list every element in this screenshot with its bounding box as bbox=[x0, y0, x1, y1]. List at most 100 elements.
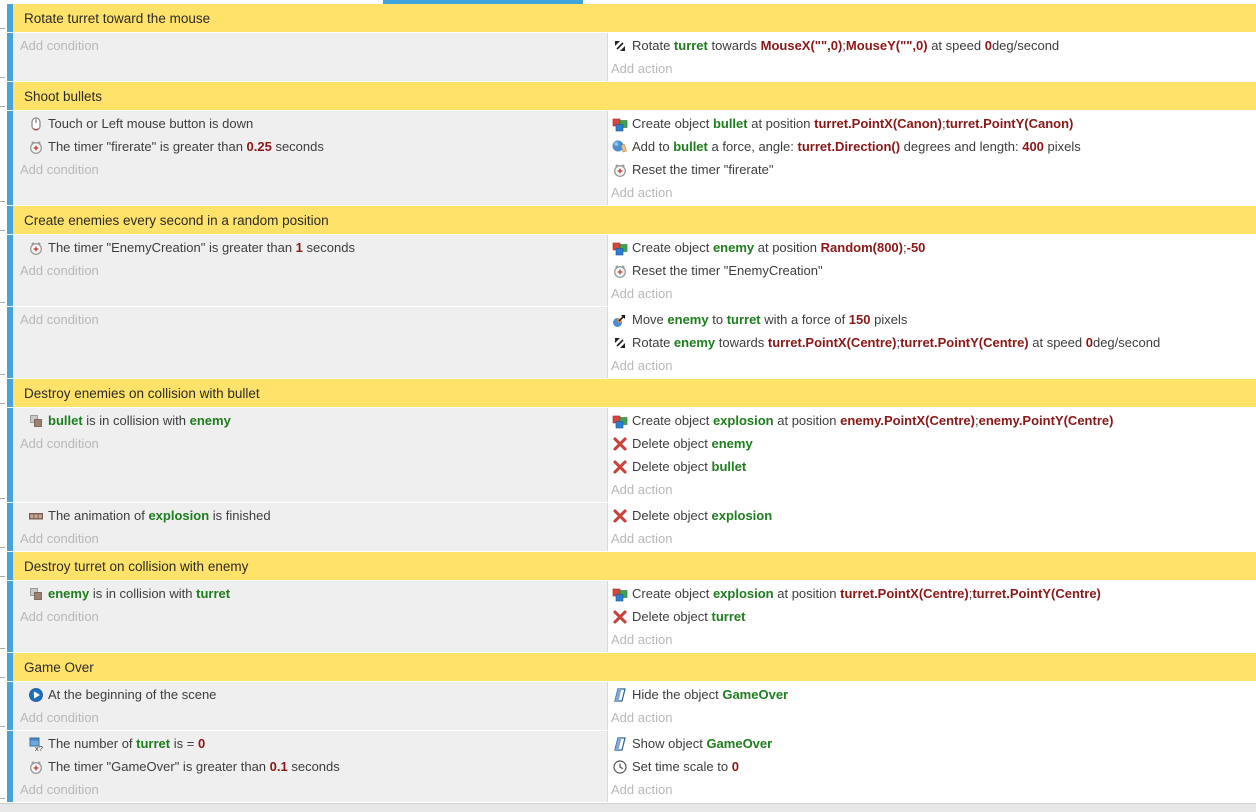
text-segment: Reset the timer "firerate" bbox=[632, 162, 773, 177]
text-segment: Show object bbox=[632, 736, 706, 751]
action[interactable]: Hide the object GameOver bbox=[608, 683, 1256, 706]
action[interactable]: Set time scale to 0 bbox=[608, 755, 1256, 778]
conditions-cell: Touch or Left mouse button is downThe ti… bbox=[13, 111, 608, 205]
text-segment: is = bbox=[170, 736, 198, 751]
text-segment: with a force of bbox=[761, 312, 849, 327]
add-action-button[interactable]: Add action bbox=[608, 628, 1256, 651]
condition[interactable]: The timer "firerate" is greater than 0.2… bbox=[13, 135, 607, 158]
object-name: turret bbox=[727, 312, 761, 327]
action[interactable]: Move enemy to turret with a force of 150… bbox=[608, 308, 1256, 331]
force-icon bbox=[612, 139, 628, 155]
condition[interactable]: bullet is in collision with enemy bbox=[13, 409, 607, 432]
action[interactable]: Delete object bullet bbox=[608, 455, 1256, 478]
add-action-button[interactable]: Add action bbox=[608, 527, 1256, 550]
collision-icon bbox=[28, 413, 44, 429]
add-action-button[interactable]: Add action bbox=[608, 706, 1256, 729]
text-segment: Delete object bbox=[632, 436, 712, 451]
condition[interactable]: x?The number of turret is = 0 bbox=[13, 732, 607, 755]
action[interactable]: Reset the timer "EnemyCreation" bbox=[608, 259, 1256, 282]
action[interactable]: Rotate enemy towards turret.PointX(Centr… bbox=[608, 331, 1256, 354]
event-row: The animation of explosion is finishedAd… bbox=[7, 503, 1256, 551]
object-name: enemy bbox=[712, 436, 753, 451]
add-action-button[interactable]: Add action bbox=[608, 478, 1256, 501]
add-condition-button[interactable]: Add condition bbox=[13, 259, 607, 282]
text-segment: is in collision with bbox=[83, 413, 190, 428]
parameter-value: 0 bbox=[985, 38, 992, 53]
parameter-value: 0 bbox=[1086, 335, 1093, 350]
event-row: At the beginning of the scene Add conditi… bbox=[7, 682, 1256, 730]
text-segment: Rotate bbox=[632, 335, 674, 350]
condition[interactable]: The timer "EnemyCreation" is greater tha… bbox=[13, 236, 607, 259]
timescale-icon bbox=[612, 759, 628, 775]
object-name: bullet bbox=[673, 139, 708, 154]
text-segment: The timer "EnemyCreation" is greater tha… bbox=[48, 240, 296, 255]
text-segment: seconds bbox=[288, 759, 340, 774]
text-segment: Create object bbox=[632, 413, 713, 428]
add-action-button[interactable]: Add action bbox=[608, 778, 1256, 801]
conditions-cell: At the beginning of the scene Add conditi… bbox=[13, 682, 608, 730]
text-segment: At the beginning of the scene bbox=[48, 687, 216, 702]
collision-icon bbox=[28, 586, 44, 602]
group-header[interactable]: Destroy turret on collision with enemy bbox=[7, 552, 1256, 580]
parameter-value: turret.PointY(Canon) bbox=[946, 116, 1074, 131]
parameter-value: enemy.PointY(Centre) bbox=[979, 413, 1114, 428]
text-segment: Create object bbox=[632, 240, 713, 255]
action[interactable]: Reset the timer "firerate" bbox=[608, 158, 1256, 181]
parameter-value: turret.PointX(Canon) bbox=[814, 116, 942, 131]
group-header[interactable]: Create enemies every second in a random … bbox=[7, 206, 1256, 234]
action[interactable]: Create object explosion at position turr… bbox=[608, 582, 1256, 605]
add-condition-button[interactable]: Add condition bbox=[13, 605, 607, 628]
add-action-button[interactable]: Add action bbox=[608, 181, 1256, 204]
add-condition-button[interactable]: Add condition bbox=[13, 34, 607, 57]
text-segment: Hide the object bbox=[632, 687, 722, 702]
add-condition-button[interactable]: Add condition bbox=[13, 308, 607, 331]
action[interactable]: Create object enemy at position Random(8… bbox=[608, 236, 1256, 259]
actions-cell: Create object enemy at position Random(8… bbox=[608, 235, 1256, 306]
group-header-label: Shoot bullets bbox=[24, 89, 102, 104]
add-action-button[interactable]: Add action bbox=[608, 354, 1256, 377]
add-action-button[interactable]: Add action bbox=[608, 282, 1256, 305]
text-segment: Delete object bbox=[632, 609, 712, 624]
event-row: enemy is in collision with turretAdd con… bbox=[7, 581, 1256, 652]
condition[interactable]: At the beginning of the scene bbox=[13, 683, 607, 706]
group-header[interactable]: Destroy enemies on collision with bullet bbox=[7, 379, 1256, 407]
text-segment: Create object bbox=[632, 116, 713, 131]
action[interactable]: Delete object turret bbox=[608, 605, 1256, 628]
condition[interactable]: The timer "GameOver" is greater than 0.1… bbox=[13, 755, 607, 778]
text-segment: Delete object bbox=[632, 508, 712, 523]
mouse-icon bbox=[28, 116, 44, 132]
timer-icon bbox=[28, 240, 44, 256]
action[interactable]: Rotate turret towards MouseX("",0);Mouse… bbox=[608, 34, 1256, 57]
action[interactable]: Create object explosion at position enem… bbox=[608, 409, 1256, 432]
actions-cell: Hide the object GameOverAdd action bbox=[608, 682, 1256, 730]
visibility-icon bbox=[612, 687, 628, 703]
event-row: Add conditionRotate turret towards Mouse… bbox=[7, 33, 1256, 81]
add-condition-button[interactable]: Add condition bbox=[13, 527, 607, 550]
group-header[interactable]: Shoot bullets bbox=[7, 82, 1256, 110]
actions-cell: Create object explosion at position enem… bbox=[608, 408, 1256, 502]
visibility-icon bbox=[612, 736, 628, 752]
add-condition-button[interactable]: Add condition bbox=[13, 432, 607, 455]
text-segment: pixels bbox=[1044, 139, 1081, 154]
group-header-label: Destroy enemies on collision with bullet bbox=[24, 386, 260, 401]
actions-cell: Move enemy to turret with a force of 150… bbox=[608, 307, 1256, 378]
action[interactable]: Show object GameOver bbox=[608, 732, 1256, 755]
action[interactable]: Delete object enemy bbox=[608, 432, 1256, 455]
action[interactable]: Add to bullet a force, angle: turret.Dir… bbox=[608, 135, 1256, 158]
text-segment: is in collision with bbox=[89, 586, 196, 601]
add-action-button[interactable]: Add action bbox=[608, 57, 1256, 80]
add-condition-button[interactable]: Add condition bbox=[13, 706, 607, 729]
condition[interactable]: enemy is in collision with turret bbox=[13, 582, 607, 605]
action[interactable]: Create object bullet at position turret.… bbox=[608, 112, 1256, 135]
condition[interactable]: The animation of explosion is finished bbox=[13, 504, 607, 527]
add-condition-button[interactable]: Add condition bbox=[13, 778, 607, 801]
text-segment: The timer "firerate" is greater than bbox=[48, 139, 247, 154]
action[interactable]: Delete object explosion bbox=[608, 504, 1256, 527]
group-header[interactable]: Rotate turret toward the mouse bbox=[7, 4, 1256, 32]
condition[interactable]: Touch or Left mouse button is down bbox=[13, 112, 607, 135]
rotate-icon bbox=[612, 38, 628, 54]
group-header[interactable]: Game Over bbox=[7, 653, 1256, 681]
add-condition-button[interactable]: Add condition bbox=[13, 158, 607, 181]
create-icon bbox=[612, 413, 628, 429]
parameter-value: turret.PointY(Centre) bbox=[900, 335, 1029, 350]
